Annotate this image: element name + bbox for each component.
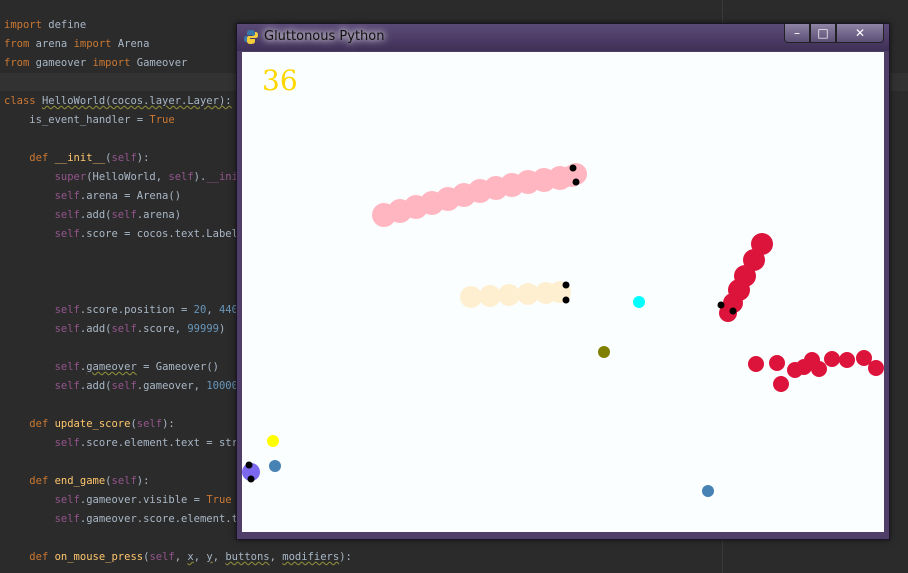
crimson-snake-eye — [717, 301, 725, 309]
purple-snake-eye — [247, 475, 255, 483]
code-line[interactable]: def update_score(self): — [4, 415, 174, 434]
code-line[interactable]: self.arena = Arena() — [4, 187, 181, 206]
pink-snake-eye — [572, 178, 580, 186]
code-line[interactable]: def end_game(self): — [4, 472, 149, 491]
code-line[interactable]: self.score = cocos.text.Label( — [4, 225, 245, 244]
purple-snake-eye — [245, 461, 253, 469]
code-line[interactable]: super(HelloWorld, self).__init__ — [4, 168, 257, 187]
code-line[interactable]: self.gameover.score.element.tex — [4, 510, 251, 529]
cream-snake-eye — [562, 281, 570, 289]
code-line[interactable]: import define — [4, 16, 86, 35]
code-line[interactable]: self.score.position = 20, 440 — [4, 301, 238, 320]
game-window[interactable]: Gluttonous Python – □ ✕ 36 — [236, 23, 890, 540]
game-arena[interactable] — [242, 52, 884, 532]
code-line[interactable]: self.score.element.text = str( — [4, 434, 245, 453]
food-dot — [598, 346, 610, 358]
score-label: 36 — [262, 64, 298, 97]
code-line[interactable]: from gameover import Gameover — [4, 54, 187, 73]
code-line[interactable]: is_event_handler = True — [4, 111, 174, 130]
code-line[interactable]: def __init__(self): — [4, 149, 149, 168]
close-button[interactable]: ✕ — [836, 24, 884, 43]
cream-snake-eye — [562, 296, 570, 304]
code-line[interactable]: self.gameover = Gameover() — [4, 358, 219, 377]
food-dot — [269, 460, 281, 472]
crimson-snake-eye — [729, 307, 737, 315]
python-icon — [244, 30, 258, 44]
code-line[interactable]: class HelloWorld(cocos.layer.Layer): — [4, 92, 232, 111]
crimson-snake-segments — [748, 350, 884, 392]
code-line[interactable]: self.add(self.score, 99999) — [4, 320, 226, 339]
code-line[interactable]: self.gameover.visible = True — [4, 491, 232, 510]
maximize-button[interactable]: □ — [810, 24, 836, 43]
food-dot — [702, 485, 714, 497]
food-dot — [267, 435, 279, 447]
window-controls: – □ ✕ — [784, 24, 884, 44]
window-title: Gluttonous Python — [264, 29, 385, 44]
pink-snake-eye — [569, 164, 577, 172]
food-dot — [633, 296, 645, 308]
code-line[interactable]: from arena import Arena — [4, 35, 149, 54]
minimize-button[interactable]: – — [784, 24, 810, 43]
pink-snake — [372, 165, 583, 227]
window-titlebar[interactable]: Gluttonous Python – □ ✕ — [237, 24, 889, 51]
code-line[interactable]: self.add(self.gameover, 100000) — [4, 377, 251, 396]
code-line[interactable]: def on_mouse_press(self, x, y, buttons, … — [4, 548, 352, 567]
game-canvas[interactable]: 36 — [242, 52, 884, 532]
cream-snake — [460, 281, 571, 308]
code-line[interactable]: self.add(self.arena) — [4, 206, 181, 225]
crimson-snake — [719, 233, 773, 322]
